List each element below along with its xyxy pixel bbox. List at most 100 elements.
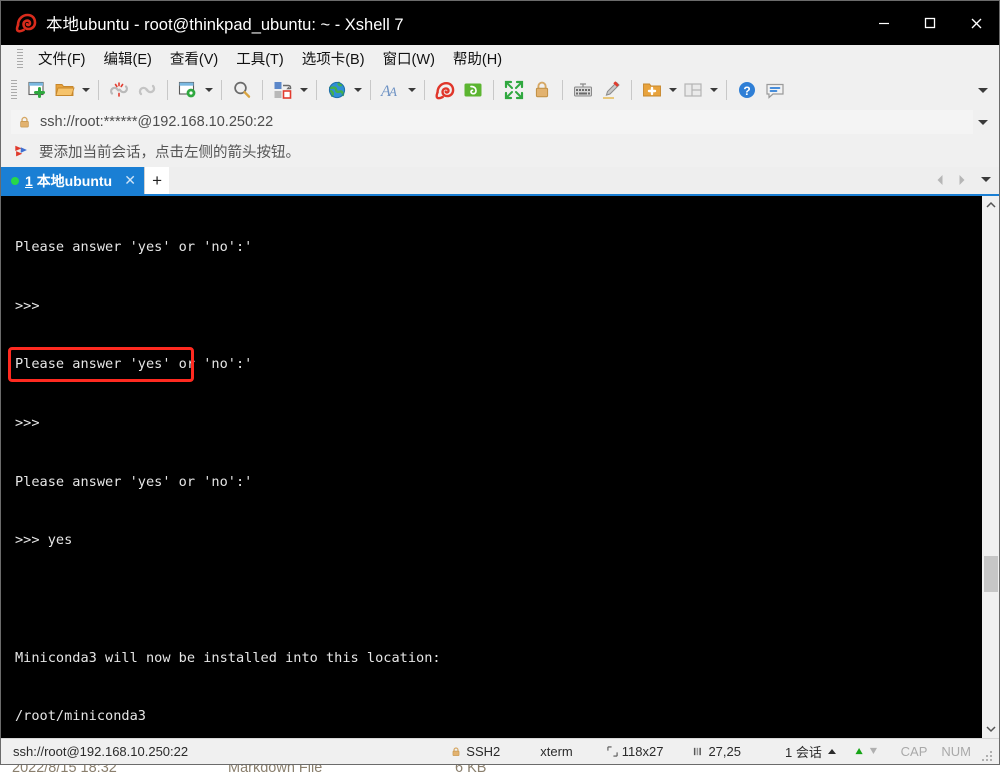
toolbar-grip[interactable] bbox=[11, 80, 17, 100]
font-size-caret-icon[interactable] bbox=[405, 76, 418, 104]
transfer-file-caret-icon[interactable] bbox=[297, 76, 310, 104]
toolbar-separator bbox=[493, 80, 494, 100]
status-protocol-label: SSH2 bbox=[466, 744, 501, 759]
title-bar[interactable]: 本地ubuntu - root@thinkpad_ubuntu: ~ - Xsh… bbox=[1, 1, 999, 45]
terminal-line: Please answer 'yes' or 'no':' bbox=[15, 239, 253, 256]
help-icon[interactable]: ? bbox=[733, 76, 761, 104]
session-properties-icon[interactable] bbox=[174, 76, 202, 104]
status-cursor-label: 27,25 bbox=[708, 744, 741, 759]
xftp-icon[interactable] bbox=[459, 76, 487, 104]
chevron-down-icon[interactable] bbox=[982, 720, 999, 738]
menu-file[interactable]: 文件(F) bbox=[29, 45, 95, 72]
new-tab-button[interactable]: + bbox=[144, 167, 170, 194]
tab-close-icon[interactable]: ✕ bbox=[122, 172, 138, 189]
menu-view[interactable]: 查看(V) bbox=[161, 45, 227, 72]
notice-bar: 要添加当前会话，点击左侧的箭头按钮。 bbox=[1, 136, 999, 167]
address-value: ssh://root:******@192.168.10.250:22 bbox=[40, 114, 274, 130]
open-folder-icon[interactable] bbox=[51, 76, 79, 104]
menu-tools[interactable]: 工具(T) bbox=[227, 45, 293, 72]
caret-up-icon[interactable] bbox=[827, 749, 836, 754]
add-to-folder-caret-icon[interactable] bbox=[666, 76, 679, 104]
terminal-size-icon bbox=[607, 746, 618, 757]
toolbar-overflow-caret-icon[interactable] bbox=[975, 72, 991, 108]
resize-grip-icon[interactable] bbox=[981, 749, 993, 762]
tab-title: 本地ubuntu bbox=[36, 172, 113, 189]
status-right-group: SSH2 xterm 118x27 27,25 1 会话 ⯅ ⯆ CAP NUM bbox=[450, 742, 993, 762]
layout-caret-icon[interactable] bbox=[707, 76, 720, 104]
toolbar-separator bbox=[726, 80, 727, 100]
arrow-up-icon: ⯅ bbox=[853, 743, 865, 759]
menu-tabs[interactable]: 选项卡(B) bbox=[293, 45, 374, 72]
chevron-left-icon[interactable] bbox=[933, 167, 947, 192]
tab-bar: 1 本地ubuntu ✕ + bbox=[1, 167, 999, 196]
transfer-file-icon[interactable] bbox=[269, 76, 297, 104]
globe-caret-icon[interactable] bbox=[351, 76, 364, 104]
status-num-lock: NUM bbox=[941, 744, 971, 759]
find-icon[interactable] bbox=[228, 76, 256, 104]
status-protocol: SSH2 bbox=[450, 744, 500, 759]
menubar-grip[interactable] bbox=[17, 48, 23, 69]
tab-status-dot-icon bbox=[11, 176, 19, 185]
window-controls bbox=[861, 1, 999, 45]
new-session-icon[interactable] bbox=[23, 76, 51, 104]
session-properties-caret-icon[interactable] bbox=[202, 76, 215, 104]
address-input[interactable]: ssh://root:******@192.168.10.250:22 bbox=[11, 110, 973, 134]
status-bar: ssh://root@192.168.10.250:22 SSH2 xterm … bbox=[1, 738, 999, 764]
xshell-snail-icon[interactable] bbox=[431, 76, 459, 104]
minimize-button[interactable] bbox=[861, 1, 907, 45]
notice-text: 要添加当前会话，点击左侧的箭头按钮。 bbox=[39, 145, 300, 161]
svg-text:?: ? bbox=[743, 84, 750, 98]
chat-icon[interactable] bbox=[761, 76, 789, 104]
arrow-down-icon: ⯆ bbox=[868, 743, 879, 759]
terminal-output[interactable]: Please answer 'yes' or 'no':' >>> Please… bbox=[1, 196, 981, 738]
menu-help[interactable]: 帮助(H) bbox=[444, 45, 511, 72]
status-caps-lock: CAP bbox=[900, 744, 928, 759]
xshell-snail-logo-icon bbox=[15, 12, 37, 34]
toolbar-separator bbox=[370, 80, 371, 100]
tab-list-menu-icon[interactable] bbox=[977, 167, 995, 192]
lock-icon bbox=[452, 746, 460, 756]
add-to-folder-icon[interactable] bbox=[638, 76, 666, 104]
fullscreen-icon[interactable] bbox=[500, 76, 528, 104]
chevron-down-icon[interactable] bbox=[975, 108, 991, 136]
maximize-button[interactable] bbox=[907, 1, 953, 45]
toolbar-separator bbox=[98, 80, 99, 100]
lock-icon[interactable] bbox=[528, 76, 556, 104]
globe-icon[interactable] bbox=[323, 76, 351, 104]
terminal-line-highlighted: /root/miniconda3 bbox=[15, 708, 146, 725]
open-folder-caret-icon[interactable] bbox=[79, 76, 92, 104]
terminal-line: >>> yes bbox=[15, 532, 73, 549]
layout-icon[interactable] bbox=[679, 76, 707, 104]
status-cursor-position: 27,25 bbox=[693, 744, 741, 759]
svg-text:A: A bbox=[388, 84, 397, 99]
keyboard-icon[interactable] bbox=[569, 76, 597, 104]
toolbar-separator bbox=[262, 80, 263, 100]
chevron-up-icon[interactable] bbox=[982, 196, 999, 214]
tab-bar-controls bbox=[933, 167, 995, 192]
terminal-line: Please answer 'yes' or 'no':' bbox=[15, 356, 253, 373]
terminal-area: Please answer 'yes' or 'no':' >>> Please… bbox=[1, 196, 999, 738]
scrollbar-thumb[interactable] bbox=[984, 556, 998, 592]
terminal-line: >>> bbox=[15, 297, 40, 314]
menu-edit[interactable]: 编辑(E) bbox=[95, 45, 161, 72]
reconnect-icon[interactable] bbox=[133, 76, 161, 104]
session-tab-本地ubuntu[interactable]: 1 本地ubuntu ✕ bbox=[1, 167, 145, 194]
status-terminal-type: xterm bbox=[540, 744, 573, 759]
toolbar-separator bbox=[221, 80, 222, 100]
add-bookmark-flag-icon[interactable] bbox=[13, 143, 30, 160]
tab-label: 1 本地ubuntu bbox=[25, 171, 112, 191]
terminal-line: Please answer 'yes' or 'no':' bbox=[15, 473, 253, 490]
font-size-icon[interactable]: A A bbox=[377, 76, 405, 104]
highlight-pen-icon[interactable] bbox=[597, 76, 625, 104]
close-button[interactable] bbox=[953, 1, 999, 45]
menu-bar: 文件(F) 编辑(E) 查看(V) 工具(T) 选项卡(B) 窗口(W) 帮助(… bbox=[1, 45, 999, 72]
terminal-scrollbar[interactable] bbox=[981, 196, 999, 738]
chevron-right-icon[interactable] bbox=[955, 167, 969, 192]
status-terminal-size: 118x27 bbox=[607, 744, 663, 759]
disconnect-icon[interactable] bbox=[105, 76, 133, 104]
status-session-count[interactable]: 1 会话 bbox=[785, 742, 822, 761]
menu-window[interactable]: 窗口(W) bbox=[374, 45, 444, 72]
toolbar-separator bbox=[562, 80, 563, 100]
cursor-position-icon bbox=[694, 747, 702, 756]
